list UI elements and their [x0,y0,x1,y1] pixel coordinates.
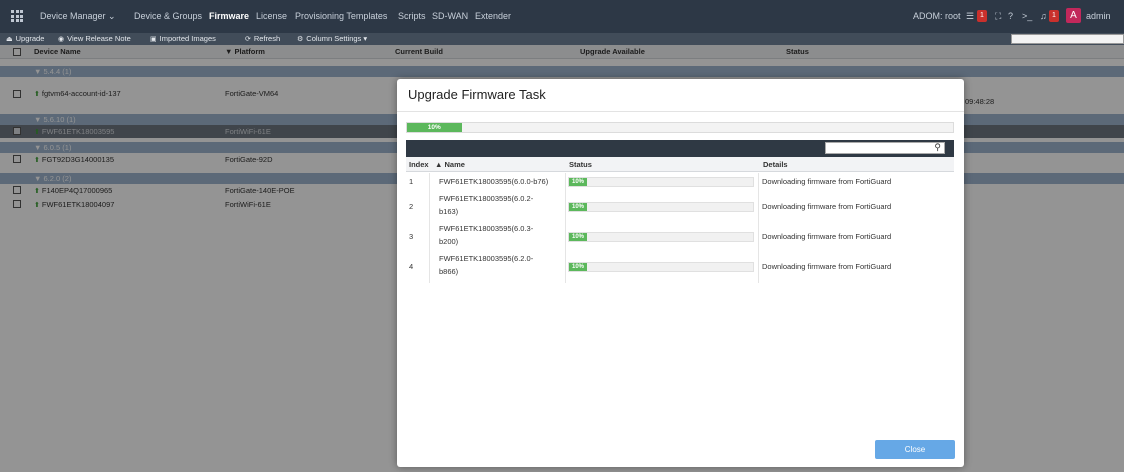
task-progress-bar: 10% [568,262,754,272]
task-progress-bar: 10% [568,232,754,242]
firmware-toolbar: ⏏ Upgrade ◉ View Release Note ▣ Imported Im… [0,33,1124,45]
task-progress-bar: 10% [568,202,754,212]
help-icon[interactable]: ? [1008,11,1013,21]
column-status[interactable]: Status [569,160,592,169]
top-navigation-bar: Device Manager ⌄ Device & Groups Firmwar… [0,0,1124,33]
alert-bell-icon[interactable]: ♫ [1040,11,1047,21]
task-count-badge: 1 [977,10,987,22]
task-row[interactable]: 1 FWF61ETK18003595(6.0.0-b76) 10% Downlo… [406,173,954,190]
view-release-note-button[interactable]: ◉ View Release Note [58,34,131,43]
task-name: FWF61ETK18003595(6.0.0-b76) [439,177,549,186]
app-grid-icon[interactable] [11,10,23,22]
task-search-input[interactable]: ⚲ [825,142,945,154]
search-icon[interactable]: ⚲ [934,142,941,153]
nav-extender[interactable]: Extender [475,11,511,21]
image-icon: ▣ [150,36,157,43]
nav-device-manager[interactable]: Device Manager ⌄ [40,11,116,22]
refresh-icon: ⟳ [245,36,251,43]
imported-images-button[interactable]: ▣ Imported Images [150,34,216,43]
task-details: Downloading firmware from FortiGuard [762,262,892,271]
upgrade-button[interactable]: ⏏ Upgrade [6,34,44,43]
task-table-header: Index ▲ Name Status Details [406,157,954,172]
nav-provisioning-templates[interactable]: Provisioning Templates [295,11,387,21]
user-menu[interactable]: admin [1086,11,1111,21]
grid-search-input[interactable] [1011,34,1124,44]
refresh-button[interactable]: ⟳ Refresh [245,34,280,43]
divider [397,111,964,112]
nav-license[interactable]: License [256,11,287,21]
adom-selector[interactable]: ADOM: root [913,11,961,21]
column-details[interactable]: Details [763,160,788,169]
close-button[interactable]: Close [875,440,955,459]
task-table-body: 1 FWF61ETK18003595(6.0.0-b76) 10% Downlo… [406,173,954,283]
task-name-cont: b163) [439,207,459,216]
column-index[interactable]: Index [409,160,429,169]
task-name-cont: b200) [439,237,459,246]
task-monitor-icon[interactable]: ☰ [966,11,974,22]
task-table-toolbar: ⚲ [406,140,954,157]
task-row[interactable]: 3 FWF61ETK18003595(6.0.3- b200) 10% Down… [406,222,954,251]
dialog-title: Upgrade Firmware Task [408,87,546,102]
column-settings-button[interactable]: ⚙ Column Settings ▾ [297,34,367,43]
task-progress-fill: 10% [569,203,587,211]
task-details: Downloading firmware from FortiGuard [762,232,892,241]
task-name: FWF61ETK18003595(6.2.0- [439,254,534,263]
task-progress-fill: 10% [569,178,587,186]
eye-icon: ◉ [58,36,65,43]
nav-sd-wan[interactable]: SD-WAN [432,11,468,21]
gear-icon: ⚙ [297,36,304,43]
fullscreen-icon[interactable]: ⛶ [995,11,1001,22]
upgrade-firmware-task-dialog: Upgrade Firmware Task 10% ⚲ Index ▲ Name… [397,79,964,467]
overall-progress-bar: 10% [406,122,954,133]
cli-console-icon[interactable]: >_ [1022,11,1032,21]
task-progress-bar: 10% [568,177,754,187]
task-details: Downloading firmware from FortiGuard [762,177,892,186]
avatar[interactable]: A [1066,8,1081,23]
task-name: FWF61ETK18003595(6.0.3- [439,224,534,233]
task-details: Downloading firmware from FortiGuard [762,202,892,211]
task-index: 4 [409,262,414,271]
task-index: 3 [409,232,414,241]
alert-count-badge: 1 [1049,10,1059,22]
task-index: 1 [409,177,414,186]
overall-progress-fill: 10% [407,123,462,132]
task-name: FWF61ETK18003595(6.0.2- [439,194,534,203]
nav-scripts[interactable]: Scripts [398,11,426,21]
task-row[interactable]: 2 FWF61ETK18003595(6.0.2- b163) 10% Down… [406,192,954,221]
task-index: 2 [409,202,414,211]
task-name-cont: b866) [439,267,459,276]
nav-device-groups[interactable]: Device & Groups [134,11,202,21]
task-progress-fill: 10% [569,263,587,271]
task-row[interactable]: 4 FWF61ETK18003595(6.2.0- b866) 10% Down… [406,252,954,281]
upload-icon: ⏏ [6,36,13,43]
column-name[interactable]: ▲ Name [435,160,465,169]
nav-firmware[interactable]: Firmware [209,11,249,21]
task-progress-fill: 10% [569,233,587,241]
